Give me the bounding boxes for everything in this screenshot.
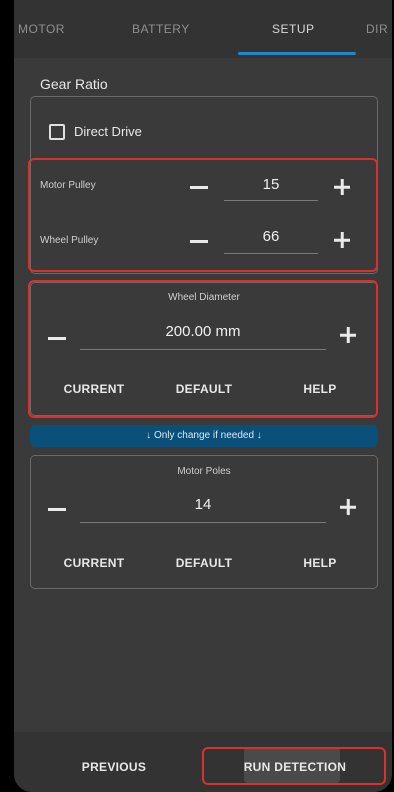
tab-bar: MOTOR BATTERY SETUP DIR — [14, 0, 392, 58]
previous-button[interactable]: PREVIOUS — [64, 760, 164, 774]
run-detection-highlight-box — [202, 747, 386, 785]
wheel-diameter-highlight-box — [28, 280, 378, 418]
tab-dir[interactable]: DIR — [366, 22, 388, 36]
direct-drive-label[interactable]: Direct Drive — [74, 124, 142, 139]
only-change-banner: ↓ Only change if needed ↓ — [30, 425, 378, 447]
device-screen: MOTOR BATTERY SETUP DIR Gear Ratio Direc… — [14, 0, 392, 792]
gear-ratio-title: Gear Ratio — [40, 76, 108, 92]
motor-poles-underline — [80, 522, 326, 523]
pulley-highlight-box — [28, 158, 378, 272]
motor-poles-current-button[interactable]: CURRENT — [54, 556, 134, 570]
motor-poles-help-button[interactable]: HELP — [290, 556, 350, 570]
motor-poles-plus-icon[interactable] — [340, 499, 356, 515]
tab-battery[interactable]: BATTERY — [132, 22, 190, 36]
tab-setup[interactable]: SETUP — [272, 22, 315, 36]
direct-drive-checkbox[interactable] — [49, 124, 65, 140]
motor-poles-label: Motor Poles — [177, 466, 231, 477]
tab-motor[interactable]: MOTOR — [18, 22, 65, 36]
motor-poles-value[interactable]: 14 — [80, 496, 326, 513]
motor-poles-minus-icon[interactable] — [48, 508, 66, 511]
active-tab-indicator — [238, 52, 356, 55]
motor-poles-default-button[interactable]: DEFAULT — [164, 556, 244, 570]
